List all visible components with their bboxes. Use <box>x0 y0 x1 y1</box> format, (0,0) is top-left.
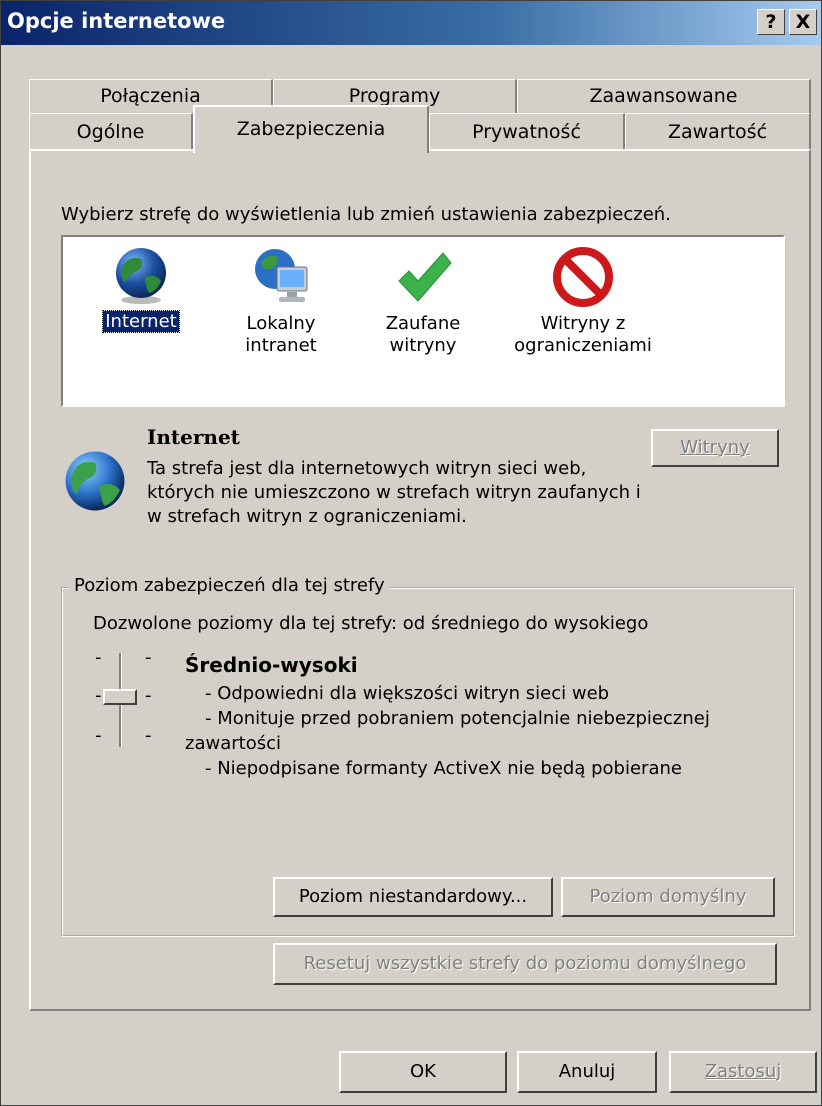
level-bullet: - Monituje przed pobraniem potencjalnie … <box>185 708 710 754</box>
button-label: Poziom domyślny <box>589 886 747 907</box>
ok-button[interactable]: OK <box>339 1051 507 1093</box>
tab-label: Ogólne <box>76 121 145 143</box>
tab-label: Zawartość <box>667 121 768 143</box>
close-icon: X <box>795 11 811 33</box>
reset-all-zones-button[interactable]: Resetuj wszystkie strefy do poziomu domy… <box>273 943 777 985</box>
restricted-icon <box>553 247 613 307</box>
slider-tick: - <box>95 685 102 706</box>
tab-label: Zaawansowane <box>589 85 738 107</box>
sites-button[interactable]: Witryny <box>651 429 779 467</box>
tab-privacy[interactable]: Prywatność <box>429 113 625 151</box>
slider-tick: - <box>145 725 152 746</box>
checkmark-icon <box>398 252 452 302</box>
globe-icon <box>116 248 166 304</box>
slider-tick: - <box>95 725 102 746</box>
button-label: Witryny <box>680 437 750 458</box>
help-icon: ? <box>765 11 777 33</box>
zone-label: Lokalny intranet <box>245 313 317 356</box>
zone-instruction: Wybierz strefę do wyświetlenia lub zmień… <box>61 204 671 225</box>
slider-tick: - <box>145 647 152 668</box>
zone-local-intranet[interactable]: Lokalny intranet <box>221 245 341 357</box>
intranet-icon <box>255 249 308 302</box>
security-level-group-title: Poziom zabezpieczeń dla tej strefy <box>69 575 390 596</box>
zone-trusted-sites[interactable]: Zaufane witryny <box>363 245 483 357</box>
tab-label: Zabezpieczenia <box>236 118 386 140</box>
button-label: Resetuj wszystkie strefy do poziomu domy… <box>303 953 747 974</box>
zone-info-title: Internet <box>147 425 240 449</box>
tab-advanced[interactable]: Zaawansowane <box>517 79 811 113</box>
tab-general[interactable]: Ogólne <box>29 113 193 151</box>
window-title: Opcje internetowe <box>7 9 226 33</box>
allowed-levels-text: Dozwolone poziomy dla tej strefy: od śre… <box>93 613 649 634</box>
button-label: Zastosuj <box>704 1061 782 1082</box>
help-button[interactable]: ? <box>757 9 785 35</box>
button-label: OK <box>410 1061 436 1082</box>
level-bullet: - Niepodpisane formanty ActiveX nie będą… <box>205 758 682 779</box>
tab-label: Prywatność <box>472 121 581 143</box>
cancel-button[interactable]: Anuluj <box>517 1051 657 1093</box>
zone-restricted-sites[interactable]: Witryny z ograniczeniami <box>503 245 663 357</box>
dialog-window: Opcje internetowe ? X Połączenia Program… <box>0 0 822 1106</box>
zone-info-description: Ta strefa jest dla internetowych witryn … <box>147 458 641 527</box>
zone-label: Internet <box>102 310 180 333</box>
globe-icon <box>65 451 125 511</box>
zone-label: Zaufane witryny <box>385 313 461 356</box>
tab-content[interactable]: Zawartość <box>625 113 811 151</box>
button-label: Poziom niestandardowy... <box>298 886 528 907</box>
tab-label: Połączenia <box>100 85 201 107</box>
slider-tick: - <box>145 685 152 706</box>
close-button[interactable]: X <box>789 9 817 35</box>
default-level-button[interactable]: Poziom domyślny <box>561 877 775 917</box>
title-bar[interactable]: Opcje internetowe ? X <box>1 1 821 45</box>
custom-level-button[interactable]: Poziom niestandardowy... <box>273 877 553 917</box>
security-level-name: Średnio-wysoki <box>185 653 358 677</box>
security-level-slider[interactable]: - - - - - - <box>89 647 169 753</box>
zone-label: Witryny z ograniczeniami <box>514 313 652 356</box>
zone-list[interactable]: Internet Lokalny intranet Zaufane witryn… <box>61 235 785 407</box>
tab-label: Programy <box>348 85 441 107</box>
slider-thumb[interactable] <box>103 689 137 705</box>
apply-button[interactable]: Zastosuj <box>669 1051 817 1093</box>
slider-tick: - <box>95 647 102 668</box>
level-bullet: - Odpowiedni dla większości witryn sieci… <box>205 683 610 704</box>
zone-internet[interactable]: Internet <box>81 245 201 333</box>
tab-security[interactable]: Zabezpieczenia <box>193 105 429 153</box>
button-label: Anuluj <box>558 1061 616 1082</box>
